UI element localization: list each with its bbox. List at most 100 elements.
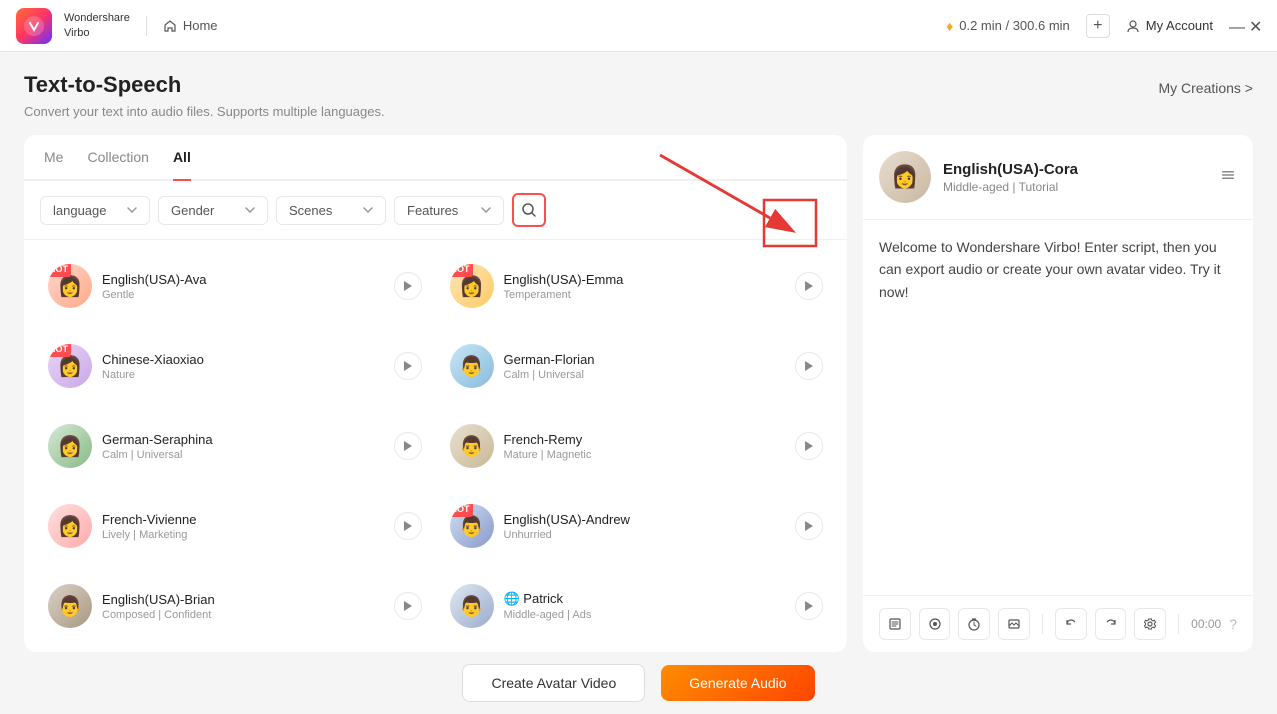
play-button[interactable] <box>795 592 823 620</box>
play-button[interactable] <box>795 272 823 300</box>
voice-info: French-Remy Mature | Magnetic <box>504 432 786 461</box>
voice-avatar: 👨 <box>450 584 494 628</box>
voice-item-emma[interactable]: HOT 👩 English(USA)-Emma Temperament <box>438 248 836 324</box>
voice-avatar: HOT 👩 <box>48 264 92 308</box>
language-filter[interactable]: language <box>40 196 150 225</box>
window-controls: — ✕ <box>1229 20 1261 32</box>
hot-badge: HOT <box>48 344 71 357</box>
voice-name: English(USA)-Emma <box>504 272 786 287</box>
content-area: Me Collection All language Gender <box>24 135 1253 652</box>
home-label: Home <box>183 18 218 33</box>
voice-info: German-Seraphina Calm | Universal <box>102 432 384 461</box>
title-bar: Wondershare Virbo Home ♦ 0.2 min / 300.6… <box>0 0 1277 52</box>
voice-menu-button[interactable] <box>1219 166 1237 189</box>
play-button[interactable] <box>394 512 422 540</box>
divider <box>146 16 147 36</box>
gender-label: Gender <box>171 203 214 218</box>
play-button[interactable] <box>795 432 823 460</box>
voice-name: Chinese-Xiaoxiao <box>102 352 384 367</box>
format-button[interactable] <box>879 608 911 640</box>
voice-item-xiaoxiao[interactable]: HOT 👩 Chinese-Xiaoxiao Nature <box>36 328 434 404</box>
voice-item-seraphina[interactable]: 👩 German-Seraphina Calm | Universal <box>36 408 434 484</box>
voice-item-patrick[interactable]: 👨 🌐 Patrick Middle-aged | Ads <box>438 568 836 644</box>
tabs: Me Collection All <box>24 135 847 181</box>
scenes-label: Scenes <box>289 203 332 218</box>
home-link[interactable]: Home <box>163 18 218 33</box>
generate-audio-button[interactable]: Generate Audio <box>661 665 814 701</box>
selected-voice-avatar: 👩 <box>879 151 931 203</box>
voice-item-andrew[interactable]: HOT 👨 English(USA)-Andrew Unhurried <box>438 488 836 564</box>
play-icon <box>804 280 814 292</box>
close-button[interactable]: ✕ <box>1249 20 1261 32</box>
undo-button[interactable] <box>1055 608 1087 640</box>
credits-value: 0.2 min / 300.6 min <box>959 18 1070 33</box>
voice-name: English(USA)-Ava <box>102 272 384 287</box>
minimize-button[interactable]: — <box>1229 20 1241 32</box>
voice-name: English(USA)-Andrew <box>504 512 786 527</box>
timer-button[interactable] <box>958 608 990 640</box>
voice-list: HOT 👩 English(USA)-Ava Gentle HOT 👩 Engl… <box>24 240 847 652</box>
settings-button[interactable] <box>1134 608 1166 640</box>
title-bar-left: Wondershare Virbo Home <box>16 8 218 44</box>
page-title: Text-to-Speech <box>24 72 385 98</box>
app-logo <box>16 8 52 44</box>
voice-tags: Calm | Universal <box>504 369 786 381</box>
tab-collection[interactable]: Collection <box>87 135 148 179</box>
add-credits-button[interactable]: + <box>1086 14 1110 38</box>
tab-all[interactable]: All <box>173 135 191 179</box>
audio-button[interactable] <box>919 608 951 640</box>
voice-avatar: HOT 👩 <box>48 344 92 388</box>
voice-item-ava[interactable]: HOT 👩 English(USA)-Ava Gentle <box>36 248 434 324</box>
redo-icon <box>1104 617 1118 631</box>
my-creations-link[interactable]: My Creations > <box>1158 80 1253 96</box>
toolbar-divider <box>1042 614 1043 634</box>
image-button[interactable] <box>998 608 1030 640</box>
play-button[interactable] <box>394 352 422 380</box>
voice-name: German-Seraphina <box>102 432 384 447</box>
voice-name: French-Vivienne <box>102 512 384 527</box>
voice-avatar: 👨 <box>450 344 494 388</box>
voice-item-florian[interactable]: 👨 German-Florian Calm | Universal <box>438 328 836 404</box>
play-button[interactable] <box>795 512 823 540</box>
voice-item-vivienne[interactable]: 👩 French-Vivienne Lively | Marketing <box>36 488 434 564</box>
gender-filter[interactable]: Gender <box>158 196 268 225</box>
voice-info: French-Vivienne Lively | Marketing <box>102 512 384 541</box>
redo-button[interactable] <box>1095 608 1127 640</box>
scenes-filter[interactable]: Scenes <box>276 196 386 225</box>
selected-voice-name: English(USA)-Cora <box>943 161 1207 178</box>
filters-bar: language Gender Scenes <box>24 181 847 240</box>
app-name: Wondershare Virbo <box>64 11 130 40</box>
play-icon <box>403 280 413 292</box>
search-button[interactable] <box>512 193 546 227</box>
voice-item-remy[interactable]: 👨 French-Remy Mature | Magnetic <box>438 408 836 484</box>
chevron-down-icon <box>127 207 137 213</box>
voice-tags: Calm | Universal <box>102 449 384 461</box>
account-icon <box>1126 19 1140 33</box>
voice-list-panel: Me Collection All language Gender <box>24 135 847 652</box>
hot-badge: HOT <box>450 264 473 277</box>
menu-icon <box>1219 166 1237 184</box>
features-filter[interactable]: Features <box>394 196 504 225</box>
voice-tags: Nature <box>102 369 384 381</box>
play-button[interactable] <box>795 352 823 380</box>
voice-avatar: HOT 👨 <box>450 504 494 548</box>
help-icon[interactable]: ? <box>1229 616 1237 632</box>
credits-icon: ♦ <box>946 18 953 34</box>
voice-info: German-Florian Calm | Universal <box>504 352 786 381</box>
voice-info: 🌐 Patrick Middle-aged | Ads <box>504 591 786 621</box>
account-button[interactable]: My Account <box>1126 18 1213 33</box>
selected-voice-header: 👩 English(USA)-Cora Middle-aged | Tutori… <box>863 135 1253 220</box>
tab-me[interactable]: Me <box>44 135 63 179</box>
page-subtitle: Convert your text into audio files. Supp… <box>24 104 385 119</box>
voice-item-brian[interactable]: 👨 English(USA)-Brian Composed | Confiden… <box>36 568 434 644</box>
voice-tags: Lively | Marketing <box>102 529 384 541</box>
voice-avatar: 👩 <box>48 504 92 548</box>
play-button[interactable] <box>394 272 422 300</box>
search-icon <box>521 202 537 218</box>
play-button[interactable] <box>394 432 422 460</box>
play-button[interactable] <box>394 592 422 620</box>
chevron-down-icon <box>363 207 373 213</box>
image-icon <box>1007 617 1021 631</box>
voice-info: English(USA)-Ava Gentle <box>102 272 384 301</box>
create-avatar-button[interactable]: Create Avatar Video <box>462 664 645 702</box>
